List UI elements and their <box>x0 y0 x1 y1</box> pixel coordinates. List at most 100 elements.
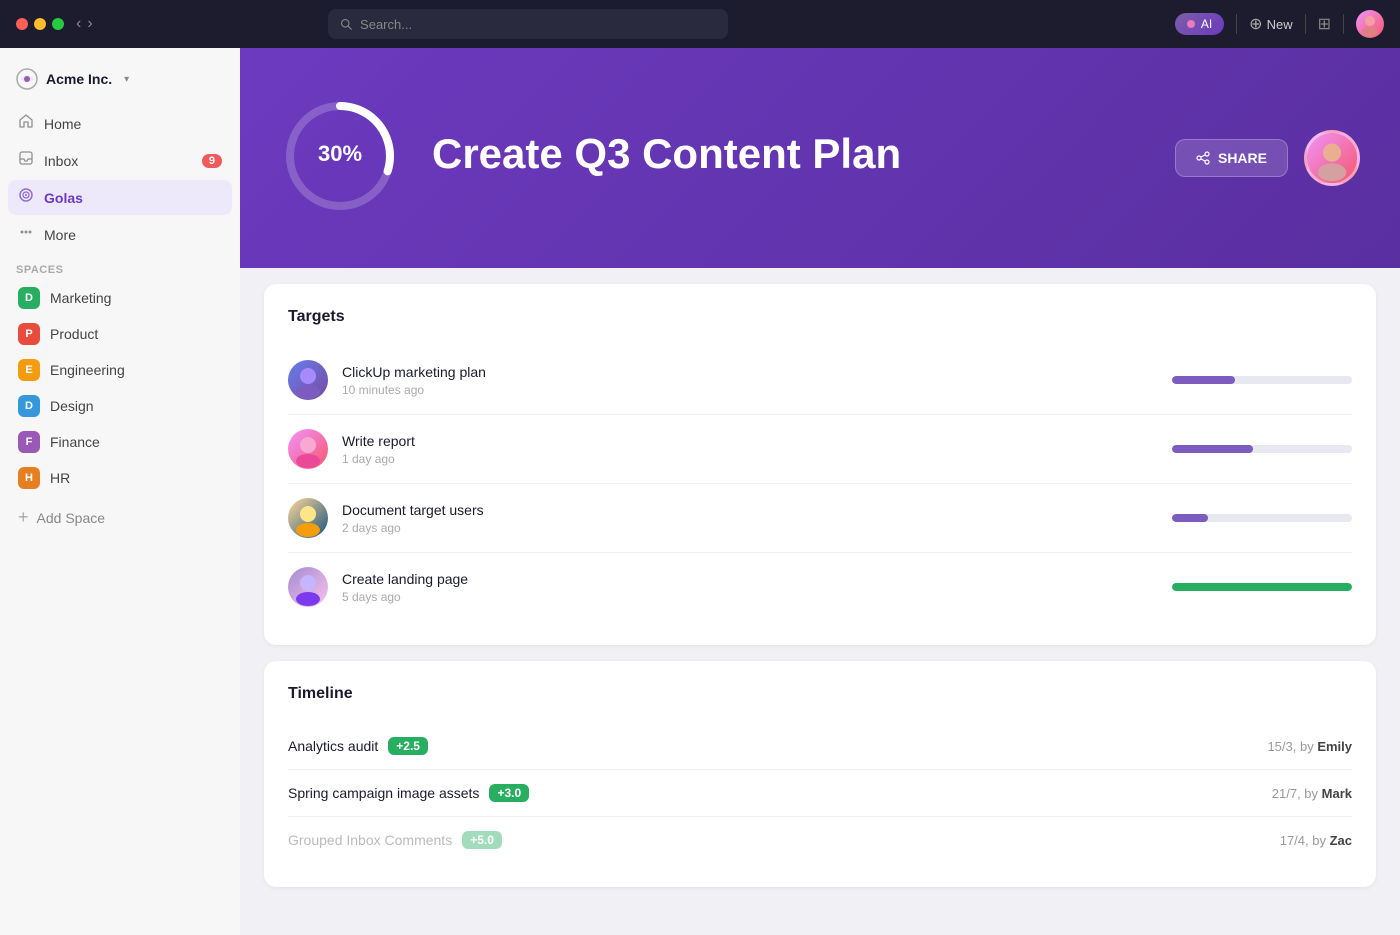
sidebar-nav: Home Inbox 9 Golas More <box>0 106 240 252</box>
maximize-dot[interactable] <box>52 18 64 30</box>
marketing-badge: D <box>18 287 40 309</box>
target-time: 10 minutes ago <box>342 383 1158 397</box>
target-time: 5 days ago <box>342 590 1158 604</box>
avatar <box>288 429 328 469</box>
timeline-name: Spring campaign image assets <box>288 785 479 801</box>
goal-header-right: SHARE <box>1175 130 1360 186</box>
target-item[interactable]: Document target users 2 days ago <box>288 484 1352 553</box>
target-info: Write report 1 day ago <box>342 433 1158 466</box>
progress-bar-container <box>1172 376 1352 384</box>
search-bar[interactable]: Search... <box>328 9 728 39</box>
progress-bar-fill <box>1172 583 1352 591</box>
goals-icon <box>18 187 34 208</box>
panels-container: Targets ClickUp marketing plan 10 minute… <box>240 268 1400 903</box>
add-space-button[interactable]: + Add Space <box>8 500 232 535</box>
timeline-item[interactable]: Grouped Inbox Comments +5.0 17/4, by Zac <box>288 817 1352 863</box>
target-item[interactable]: Write report 1 day ago <box>288 415 1352 484</box>
new-plus-icon: ⊕ <box>1249 14 1262 34</box>
target-time: 2 days ago <box>342 521 1158 535</box>
content-area: 30% Create Q3 Content Plan SHARE <box>240 48 1400 935</box>
sidebar-item-engineering[interactable]: E Engineering <box>8 352 232 388</box>
timeline-badge: +5.0 <box>462 831 502 849</box>
minimize-dot[interactable] <box>34 18 46 30</box>
titlebar: ‹ › Search... AI ⊕ New ⊞ <box>0 0 1400 48</box>
share-label: SHARE <box>1218 150 1267 166</box>
target-time: 1 day ago <box>342 452 1158 466</box>
ai-button[interactable]: AI <box>1175 13 1224 35</box>
product-badge: P <box>18 323 40 345</box>
target-name: Create landing page <box>342 571 1158 587</box>
share-button[interactable]: SHARE <box>1175 139 1288 177</box>
target-info: ClickUp marketing plan 10 minutes ago <box>342 364 1158 397</box>
user-avatar-small[interactable] <box>1356 10 1384 38</box>
target-item[interactable]: Create landing page 5 days ago <box>288 553 1352 621</box>
main-layout: Acme Inc. ▾ Home Inbox 9 <box>0 48 1400 935</box>
sidebar-item-more[interactable]: More <box>8 217 232 252</box>
progress-bar-fill <box>1172 514 1208 522</box>
timeline-author: Emily <box>1317 739 1352 754</box>
search-icon <box>340 18 352 30</box>
timeline-item[interactable]: Analytics audit +2.5 15/3, by Emily <box>288 723 1352 770</box>
back-arrow[interactable]: ‹ <box>76 15 81 33</box>
engineering-label: Engineering <box>50 362 125 378</box>
avatar <box>288 360 328 400</box>
sidebar-item-marketing[interactable]: D Marketing <box>8 280 232 316</box>
design-badge: D <box>18 395 40 417</box>
target-name: Document target users <box>342 502 1158 518</box>
timeline-right: 21/7, by Mark <box>1272 786 1352 801</box>
home-icon <box>18 113 34 134</box>
home-label: Home <box>44 116 81 132</box>
goal-title: Create Q3 Content Plan <box>432 130 1143 178</box>
timeline-badge: +2.5 <box>388 737 428 755</box>
sidebar-item-goals[interactable]: Golas <box>8 180 232 215</box>
product-label: Product <box>50 326 98 342</box>
hr-label: HR <box>50 470 70 486</box>
add-space-label: Add Space <box>37 510 106 526</box>
engineering-badge: E <box>18 359 40 381</box>
new-label: New <box>1267 17 1293 32</box>
forward-arrow[interactable]: › <box>87 15 92 33</box>
timeline-right: 15/3, by Emily <box>1267 739 1352 754</box>
goal-user-avatar[interactable] <box>1304 130 1360 186</box>
avatar <box>288 567 328 607</box>
target-name: Write report <box>342 433 1158 449</box>
grid-icon[interactable]: ⊞ <box>1318 14 1331 34</box>
ai-label: AI <box>1201 17 1212 31</box>
sidebar-item-hr[interactable]: H HR <box>8 460 232 496</box>
timeline-item[interactable]: Spring campaign image assets +3.0 21/7, … <box>288 770 1352 817</box>
spaces-section-label: Spaces <box>0 252 240 280</box>
divider2 <box>1305 14 1306 34</box>
close-dot[interactable] <box>16 18 28 30</box>
progress-bar-fill <box>1172 445 1253 453</box>
progress-ring: 30% <box>280 96 400 216</box>
workspace-icon <box>16 68 38 90</box>
timeline-author: Mark <box>1322 786 1352 801</box>
new-button[interactable]: ⊕ New <box>1249 14 1292 34</box>
divider <box>1236 14 1237 34</box>
workspace-header[interactable]: Acme Inc. ▾ <box>0 60 240 98</box>
timeline-name-muted: Grouped Inbox Comments <box>288 832 452 848</box>
inbox-icon <box>18 150 34 171</box>
sidebar-item-product[interactable]: P Product <box>8 316 232 352</box>
target-name: ClickUp marketing plan <box>342 364 1158 380</box>
finance-label: Finance <box>50 434 100 450</box>
sidebar: Acme Inc. ▾ Home Inbox 9 <box>0 48 240 935</box>
hr-badge: H <box>18 467 40 489</box>
goals-label: Golas <box>44 190 83 206</box>
sidebar-item-design[interactable]: D Design <box>8 388 232 424</box>
design-label: Design <box>50 398 94 414</box>
more-icon <box>18 224 34 245</box>
targets-panel: Targets ClickUp marketing plan 10 minute… <box>264 284 1376 645</box>
sidebar-item-inbox[interactable]: Inbox 9 <box>8 143 232 178</box>
progress-bar-container <box>1172 583 1352 591</box>
sidebar-item-home[interactable]: Home <box>8 106 232 141</box>
inbox-badge: 9 <box>202 154 222 168</box>
progress-text: 30% <box>318 141 362 166</box>
marketing-label: Marketing <box>50 290 111 306</box>
target-item[interactable]: ClickUp marketing plan 10 minutes ago <box>288 346 1352 415</box>
window-controls <box>16 18 64 30</box>
divider3 <box>1343 14 1344 34</box>
sidebar-item-finance[interactable]: F Finance <box>8 424 232 460</box>
avatar <box>288 498 328 538</box>
progress-bar-container <box>1172 445 1352 453</box>
